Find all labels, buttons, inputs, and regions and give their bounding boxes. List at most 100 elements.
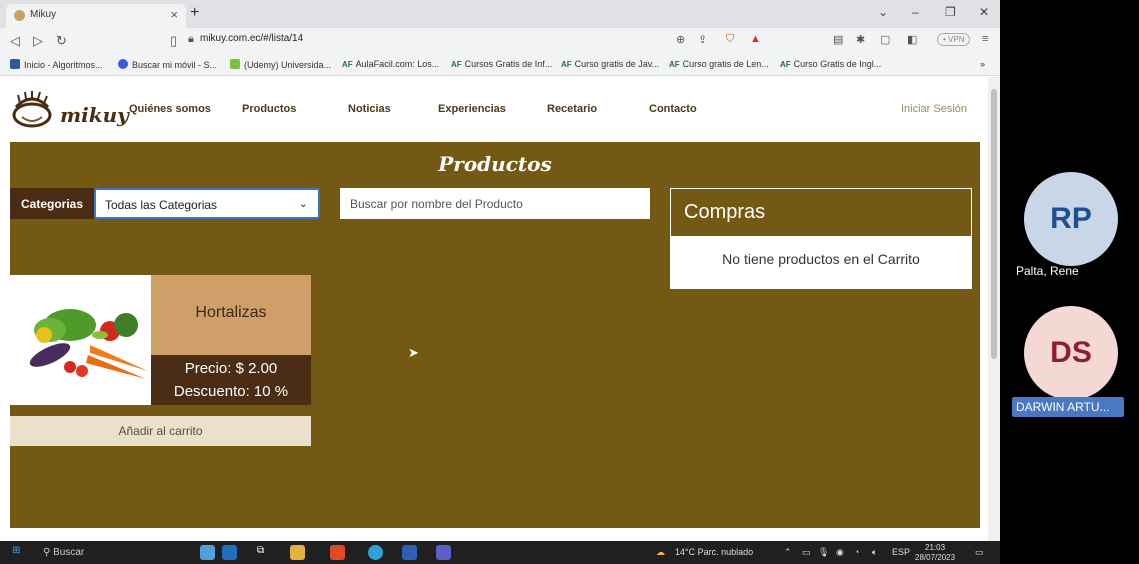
participant-tile-ds[interactable]: DS (1024, 306, 1118, 400)
widgets-icon[interactable] (200, 545, 215, 560)
rewards-icon[interactable]: ▲ (750, 33, 761, 45)
login-link[interactable]: Iniciar Sesión (901, 103, 967, 115)
notifications-icon[interactable]: ▭ (975, 547, 984, 558)
weather-text[interactable]: 14°C Parc. nublado (675, 547, 753, 557)
cart-empty-message: No tiene productos en el Carrito (671, 236, 971, 288)
tray-overflow-icon[interactable]: ⌃ (784, 547, 792, 558)
more-bookmarks-icon[interactable]: » (980, 59, 985, 69)
af-icon: AF (561, 60, 572, 69)
product-price: Precio: $ 2.00 (184, 360, 278, 377)
add-to-cart-button[interactable]: Añadir al carrito (10, 416, 311, 446)
brave-app-icon[interactable] (330, 545, 345, 560)
screen: Mikuy × + ⌄ – ❐ ✕ ◁ ▷ ↻ ▯ 🔒︎ mikuy.com.e… (0, 0, 1139, 564)
mikuy-favicon-icon (14, 10, 25, 21)
page-scrollbar[interactable] (988, 77, 1000, 541)
network-icon[interactable]: ◉ (836, 547, 844, 558)
back-icon[interactable]: ◁ (10, 33, 20, 49)
taskbar-search[interactable]: ⚲ Buscar (38, 543, 133, 562)
bookmark-item[interactable]: AF Cursos Gratis de Inf... (451, 59, 552, 69)
zoom-icon[interactable]: ⊕ (676, 33, 685, 46)
reload-icon[interactable]: ↻ (56, 33, 67, 49)
product-image[interactable] (10, 275, 151, 405)
nav-noticias[interactable]: Noticias (348, 103, 391, 115)
vpn-button[interactable]: • VPN (937, 33, 971, 46)
tab-search-icon[interactable]: ⌄ (878, 5, 888, 19)
cart-title: Compras (671, 189, 971, 236)
close-window-icon[interactable]: ✕ (979, 5, 989, 19)
product-discount: Descuento: 10 % (173, 383, 289, 400)
bookmarks-bar: Inicio - Algoritmos... Buscar mi móvil -… (0, 54, 1000, 76)
logo-emblem-icon (12, 91, 52, 128)
logo-text: mikuy (60, 103, 129, 127)
bookmark-icon[interactable]: ▯ (170, 33, 177, 49)
menu-icon[interactable]: ≡ (982, 33, 988, 45)
participant-initials: RP (1050, 202, 1092, 235)
reading-list-icon[interactable]: ▤ (833, 33, 843, 46)
address-bar-row: ◁ ▷ ↻ ▯ 🔒︎ mikuy.com.ec/#/lista/14 ⊕ ⇪ ⛉… (0, 28, 1000, 54)
sidebar-icon[interactable]: ▢ (880, 33, 890, 46)
chevron-down-icon: ⌄ (298, 198, 308, 210)
wallet-icon[interactable]: ◧ (907, 33, 917, 46)
product-price-discount: Precio: $ 2.00 Descuento: 10 % (151, 355, 311, 405)
close-tab-icon[interactable]: × (170, 7, 178, 22)
af-icon: AF (780, 60, 791, 69)
nav-recetario[interactable]: Recetario (547, 103, 597, 115)
new-tab-button[interactable]: + (190, 4, 199, 22)
edge-app-icon[interactable] (368, 545, 383, 560)
task-view-icon[interactable]: ⧉ (257, 545, 264, 556)
site-header: mikuy Quiénes somos Productos Noticias E… (0, 77, 988, 142)
tab-bar: Mikuy × + ⌄ – ❐ ✕ (0, 0, 1000, 28)
wifi-icon[interactable]: ◔ (854, 547, 859, 557)
url-field[interactable]: mikuy.com.ec/#/lista/14 (200, 33, 303, 44)
vegetables-image-icon (29, 309, 148, 379)
scrollbar-thumb[interactable] (991, 89, 997, 359)
bookmark-item[interactable]: (Udemy) Universida... (230, 59, 331, 70)
category-select[interactable]: Todas las Categorias ⌄ (94, 188, 320, 219)
page-viewport: mikuy Quiénes somos Productos Noticias E… (0, 77, 988, 541)
word-app-icon[interactable] (402, 545, 417, 560)
af-icon: AF (669, 60, 680, 69)
product-search-input[interactable] (340, 188, 650, 219)
extensions-icon[interactable]: ✱ (856, 33, 865, 46)
file-explorer-icon[interactable] (290, 545, 305, 560)
bookmark-item[interactable]: AF Curso Gratis de Ingl... (780, 59, 881, 69)
bookmark-item[interactable]: Buscar mi móvil - S... (118, 59, 217, 70)
bookmark-favicon-icon (230, 59, 240, 69)
character-app-icon[interactable] (222, 545, 237, 560)
minimize-icon[interactable]: – (912, 5, 919, 19)
participant-name-badge: DARWIN ARTU... (1012, 397, 1124, 417)
page-title: Productos (438, 152, 552, 176)
bookmark-favicon-icon (10, 59, 20, 69)
participant-name: Palta, Rene (1016, 264, 1079, 278)
weather-icon: ☁ (656, 547, 665, 557)
restore-icon[interactable]: ❐ (945, 5, 956, 19)
browser-window: Mikuy × + ⌄ – ❐ ✕ ◁ ▷ ↻ ▯ 🔒︎ mikuy.com.e… (0, 0, 1000, 541)
af-icon: AF (451, 60, 462, 69)
clock[interactable]: 21:03 28/07/2023 (915, 543, 955, 563)
bookmark-item[interactable]: AF Curso gratis de Jav... (561, 59, 659, 69)
clock-time: 21:03 (925, 543, 946, 552)
tab-mikuy[interactable]: Mikuy × (6, 4, 186, 28)
bookmark-favicon-icon (118, 59, 128, 69)
brave-shield-icon[interactable]: ⛉ (726, 33, 734, 46)
bookmark-item[interactable]: AF Curso gratis de Len... (669, 59, 769, 69)
forward-icon[interactable]: ▷ (33, 33, 43, 49)
nav-productos[interactable]: Productos (242, 103, 296, 115)
nav-contacto[interactable]: Contacto (649, 103, 697, 115)
volume-icon[interactable]: 🔈︎ (872, 547, 877, 558)
windows-start-icon[interactable]: ⊞ (12, 545, 20, 556)
nav-experiencias[interactable]: Experiencias (438, 103, 506, 115)
teams-app-icon[interactable] (436, 545, 451, 560)
mikuy-logo[interactable]: mikuy (10, 89, 129, 133)
bookmark-item[interactable]: AF AulaFacil.com: Los... (342, 59, 439, 69)
share-icon[interactable]: ⇪ (698, 33, 707, 46)
mouse-pointer-icon: ➤ (408, 345, 419, 360)
participant-tile-rp[interactable]: RP (1024, 172, 1118, 266)
battery-icon: ▭ (802, 547, 811, 557)
product-name: Hortalizas (151, 275, 311, 355)
category-selected-value: Todas las Categorias (105, 198, 218, 212)
bookmark-item[interactable]: Inicio - Algoritmos... (10, 59, 103, 70)
product-card: Hortalizas Precio: $ 2.00 Descuento: 10 … (10, 275, 311, 405)
language-indicator[interactable]: ESP (892, 547, 910, 557)
nav-quienes-somos[interactable]: Quiénes somos (129, 103, 211, 115)
